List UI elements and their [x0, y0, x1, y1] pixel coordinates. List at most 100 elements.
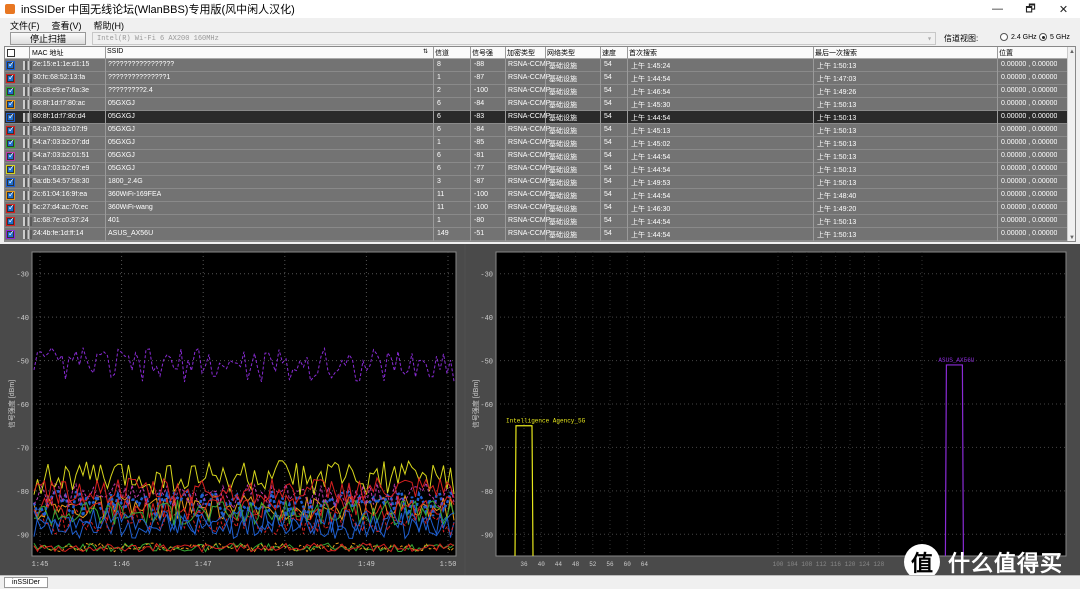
table-scrollbar[interactable]: ▲ ▼ — [1067, 47, 1075, 241]
column-divider[interactable] — [813, 47, 814, 241]
radio-24ghz[interactable]: 2.4 GHz — [1000, 33, 1037, 41]
header-channel[interactable]: 信道 — [435, 48, 449, 58]
row-checkbox[interactable] — [7, 99, 15, 108]
y-tick-label: -30 — [16, 272, 29, 280]
table-row[interactable]: 54:a7:03:b2:07:dd05GXGJ1-85RSNA-CCMP基础设施… — [5, 137, 1069, 150]
row-network-type: 基础设施 — [549, 89, 577, 96]
adapter-select[interactable]: Intel(R) Wi-Fi 6 AX200 160MHz ▾ — [92, 32, 936, 45]
row-checkbox[interactable] — [7, 229, 15, 238]
row-ssid: 401 — [108, 217, 120, 224]
maximize-button[interactable]: 🗗 — [1014, 0, 1047, 18]
column-divider[interactable] — [29, 47, 30, 241]
header-first-seen[interactable]: 首次搜索 — [629, 48, 657, 58]
row-checkbox[interactable] — [7, 112, 15, 121]
channel-graph-panel: -30 -40 -50 -60 -70 -80 -90 信号强度 [dBm] 36 40 44 48 5… — [466, 244, 1080, 575]
row-last-seen: 上午 1:47:03 — [817, 76, 857, 83]
table-row[interactable]: 54:a7:03:b2:07:f905GXGJ6-84RSNA-CCMP基础设施… — [5, 124, 1069, 137]
radio-5ghz[interactable]: 5 GHz — [1039, 33, 1070, 41]
row-first-seen: 上午 1:44:54 — [631, 76, 671, 83]
table-row[interactable]: 54:a7:03:b2:07:e905GXGJ6-77RSNA-CCMP基础设施… — [5, 163, 1069, 176]
row-first-seen: 上午 1:46:30 — [631, 206, 671, 213]
column-divider[interactable] — [433, 47, 434, 241]
x-tick-label: 52 — [589, 561, 597, 568]
row-checkbox[interactable] — [7, 60, 15, 69]
row-checkbox[interactable] — [7, 73, 15, 82]
row-checkbox[interactable] — [7, 86, 15, 95]
minimize-button[interactable]: — — [981, 0, 1014, 18]
signal-icon — [23, 87, 32, 96]
row-channel: 1 — [437, 139, 441, 146]
row-channel: 11 — [437, 191, 445, 198]
header-ssid[interactable]: SSID — [107, 48, 123, 55]
table-row[interactable]: 30:fc:68:52:13:fa???????????????11-87RSN… — [5, 72, 1069, 85]
header-last-seen[interactable]: 最后一次搜索 — [815, 48, 857, 58]
stop-scan-button[interactable]: 停止扫描 — [10, 32, 86, 45]
toolbar: 停止扫描 Intel(R) Wi-Fi 6 AX200 160MHz ▾ 信道视… — [0, 32, 1080, 46]
table-row[interactable]: 24:4b:fe:1d:ff:14ASUS_AX56U149-51RSNA-CC… — [5, 228, 1069, 241]
select-all-checkbox[interactable] — [7, 49, 15, 57]
column-divider[interactable] — [505, 47, 506, 241]
row-checkbox[interactable] — [7, 151, 15, 160]
row-channel: 6 — [437, 165, 441, 172]
table-row[interactable]: 1c:68:7e:c0:37:244011-80RSNA-CCMP基础设施54上… — [5, 215, 1069, 228]
row-ssid: 1800_2.4G — [108, 178, 143, 185]
signal-icon — [23, 165, 32, 174]
row-speed: 54 — [604, 165, 612, 172]
column-divider[interactable] — [105, 47, 106, 241]
header-speed[interactable]: 速度 — [602, 48, 616, 58]
column-divider[interactable] — [470, 47, 471, 241]
signal-icon — [23, 113, 32, 122]
charts-area: -30 -40 -50 -60 -70 -80 -90 1:45 1:46 1:47 1:48 1:4… — [0, 244, 1080, 575]
row-position: 0.00000 , 0.00000 — [1001, 100, 1058, 107]
header-network-type[interactable]: 网络类型 — [547, 48, 575, 58]
table-row[interactable]: 5c:27:d4:ac:70:ec360WiFi-wang11-100RSNA-… — [5, 202, 1069, 215]
row-rssi: -51 — [474, 230, 485, 237]
row-first-seen: 上午 1:44:54 — [631, 232, 671, 239]
table-row[interactable]: d8:c8:e9:e7:6a:3e?????????2.42-100RSNA-C… — [5, 85, 1069, 98]
row-checkbox[interactable] — [7, 190, 15, 199]
scroll-up-icon[interactable]: ▲ — [1069, 49, 1075, 55]
header-position[interactable]: 位置 — [999, 48, 1013, 58]
row-checkbox[interactable] — [7, 203, 15, 212]
row-checkbox[interactable] — [7, 216, 15, 225]
row-checkbox[interactable] — [7, 138, 15, 147]
table-row[interactable]: 80:8f:1d:f7:80:ac05GXGJ6-84RSNA-CCMP基础设施… — [5, 98, 1069, 111]
table-row[interactable]: 54:a7:03:b2:01:5105GXGJ6-81RSNA-CCMP基础设施… — [5, 150, 1069, 163]
row-position: 0.00000 , 0.00000 — [1001, 217, 1058, 224]
column-divider[interactable] — [545, 47, 546, 241]
column-divider[interactable] — [627, 47, 628, 241]
menu-file[interactable]: 文件(F) — [10, 19, 40, 32]
row-checkbox[interactable] — [7, 177, 15, 186]
row-speed: 54 — [604, 204, 612, 211]
y-tick-label: -70 — [16, 445, 29, 453]
row-first-seen: 上午 1:45:13 — [631, 128, 671, 135]
table-row[interactable]: 2e:15:e1:1e:d1:15?????????????????8-88RS… — [5, 59, 1069, 72]
row-mac: 54:a7:03:b2:07:dd — [33, 139, 90, 146]
row-speed: 54 — [604, 178, 612, 185]
column-divider[interactable] — [600, 47, 601, 241]
header-mac[interactable]: MAC 地址 — [32, 48, 64, 58]
x-tick-label: 56 — [606, 561, 614, 568]
row-mac: 54:a7:03:b2:07:f9 — [33, 126, 88, 133]
menu-help[interactable]: 帮助(H) — [94, 19, 125, 32]
row-rssi: -100 — [474, 87, 489, 94]
row-network-type: 基础设施 — [549, 219, 577, 226]
row-channel: 6 — [437, 152, 441, 159]
scroll-down-icon[interactable]: ▼ — [1069, 235, 1075, 241]
x-tick-label: 112 — [816, 561, 827, 568]
header-rssi[interactable]: 信号强 — [472, 48, 493, 58]
column-divider[interactable] — [997, 47, 998, 241]
close-button[interactable]: ✕ — [1047, 0, 1080, 18]
table-row[interactable]: 5a:db:54:57:58:301800_2.4G3-87RSNA-CCMP基… — [5, 176, 1069, 189]
row-rssi: -83 — [474, 113, 485, 120]
row-checkbox[interactable] — [7, 125, 15, 134]
table-row[interactable]: 2c:61:04:16:9f:ea360WiFi-169FEA11-100RSN… — [5, 189, 1069, 202]
header-security[interactable]: 加密类型 — [507, 48, 535, 58]
tab-inssider[interactable]: inSSIDer — [4, 577, 48, 588]
table-row[interactable]: 80:8f:1d:f7:80:d405GXGJ6-83RSNA-CCMP基础设施… — [5, 111, 1069, 124]
row-position: 0.00000 , 0.00000 — [1001, 126, 1058, 133]
menu-view[interactable]: 查看(V) — [52, 19, 82, 32]
row-last-seen: 上午 1:50:13 — [817, 219, 857, 226]
y-tick-label: -60 — [480, 402, 493, 410]
row-checkbox[interactable] — [7, 164, 15, 173]
